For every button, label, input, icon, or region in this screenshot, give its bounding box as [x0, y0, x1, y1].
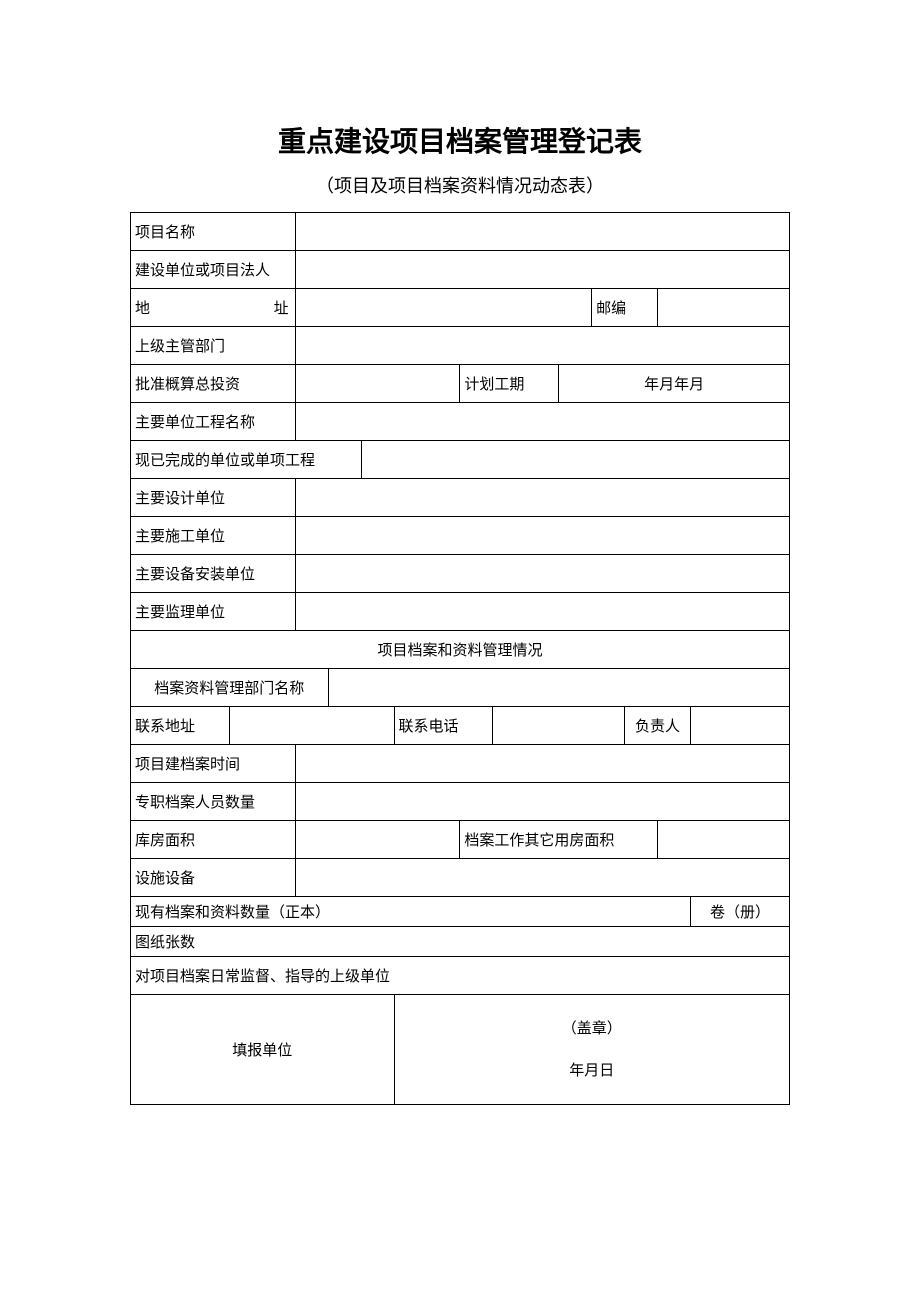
label-address-zhi: 址	[274, 297, 289, 318]
label-project-archive-time: 项目建档案时间	[131, 745, 296, 783]
field-planned-duration[interactable]: 年月年月	[559, 365, 790, 403]
label-completed-projects: 现已完成的单位或单项工程	[131, 441, 362, 479]
label-volume-unit: 卷（册）	[690, 897, 789, 927]
date-text: 年月日	[399, 1050, 786, 1092]
field-archive-dept-name[interactable]	[328, 669, 789, 707]
label-main-construction-unit: 主要施工单位	[131, 517, 296, 555]
label-archive-staff-count: 专职档案人员数量	[131, 783, 296, 821]
field-main-construction-unit[interactable]	[295, 517, 789, 555]
page-title: 重点建设项目档案管理登记表	[130, 120, 790, 160]
field-reporting-unit-stamp[interactable]: （盖章） 年月日	[394, 995, 790, 1105]
label-address: 地 址	[131, 289, 296, 327]
field-contact-phone[interactable]	[493, 707, 625, 745]
field-main-supervision-unit[interactable]	[295, 593, 789, 631]
field-archive-staff-count[interactable]	[295, 783, 789, 821]
label-planned-duration: 计划工期	[460, 365, 559, 403]
field-project-archive-time[interactable]	[295, 745, 789, 783]
label-daily-supervision-unit: 对项目档案日常监督、指导的上级单位	[131, 957, 790, 995]
label-reporting-unit: 填报单位	[131, 995, 395, 1105]
label-approved-investment: 批准概算总投资	[131, 365, 296, 403]
page-subtitle: （项目及项目档案资料情况动态表）	[130, 172, 790, 198]
field-main-equipment-unit[interactable]	[295, 555, 789, 593]
label-project-name: 项目名称	[131, 213, 296, 251]
label-main-equipment-unit: 主要设备安装单位	[131, 555, 296, 593]
label-contact-phone: 联系电话	[394, 707, 493, 745]
field-main-unit-project[interactable]	[295, 403, 789, 441]
label-main-unit-project: 主要单位工程名称	[131, 403, 296, 441]
registration-form-table: 项目名称 建设单位或项目法人 地 址 邮编 上级主管部门 批准概算总投资 计划工…	[130, 212, 790, 1105]
field-person-in-charge[interactable]	[690, 707, 789, 745]
label-person-in-charge: 负责人	[625, 707, 691, 745]
field-project-name[interactable]	[295, 213, 789, 251]
field-facilities[interactable]	[295, 859, 789, 897]
label-archive-dept-name: 档案资料管理部门名称	[131, 669, 329, 707]
field-address[interactable]	[295, 289, 591, 327]
label-drawing-count: 图纸张数	[131, 927, 790, 957]
label-storage-area: 库房面积	[131, 821, 296, 859]
field-completed-projects[interactable]	[361, 441, 789, 479]
field-postcode[interactable]	[658, 289, 790, 327]
label-other-room-area: 档案工作其它用房面积	[460, 821, 658, 859]
field-approved-investment[interactable]	[295, 365, 460, 403]
label-current-archive-count: 现有档案和资料数量（正本）	[131, 897, 691, 927]
label-main-supervision-unit: 主要监理单位	[131, 593, 296, 631]
label-construction-unit: 建设单位或项目法人	[131, 251, 296, 289]
field-storage-area[interactable]	[295, 821, 460, 859]
field-main-design-unit[interactable]	[295, 479, 789, 517]
field-supervisor-dept[interactable]	[295, 327, 789, 365]
label-facilities: 设施设备	[131, 859, 296, 897]
field-construction-unit[interactable]	[295, 251, 789, 289]
label-supervisor-dept: 上级主管部门	[131, 327, 296, 365]
label-contact-address: 联系地址	[131, 707, 230, 745]
label-address-di: 地	[135, 297, 150, 318]
archive-section-header: 项目档案和资料管理情况	[131, 631, 790, 669]
label-postcode: 邮编	[592, 289, 658, 327]
field-contact-address[interactable]	[229, 707, 394, 745]
label-main-design-unit: 主要设计单位	[131, 479, 296, 517]
stamp-text: （盖章）	[399, 1008, 786, 1050]
field-other-room-area[interactable]	[658, 821, 790, 859]
